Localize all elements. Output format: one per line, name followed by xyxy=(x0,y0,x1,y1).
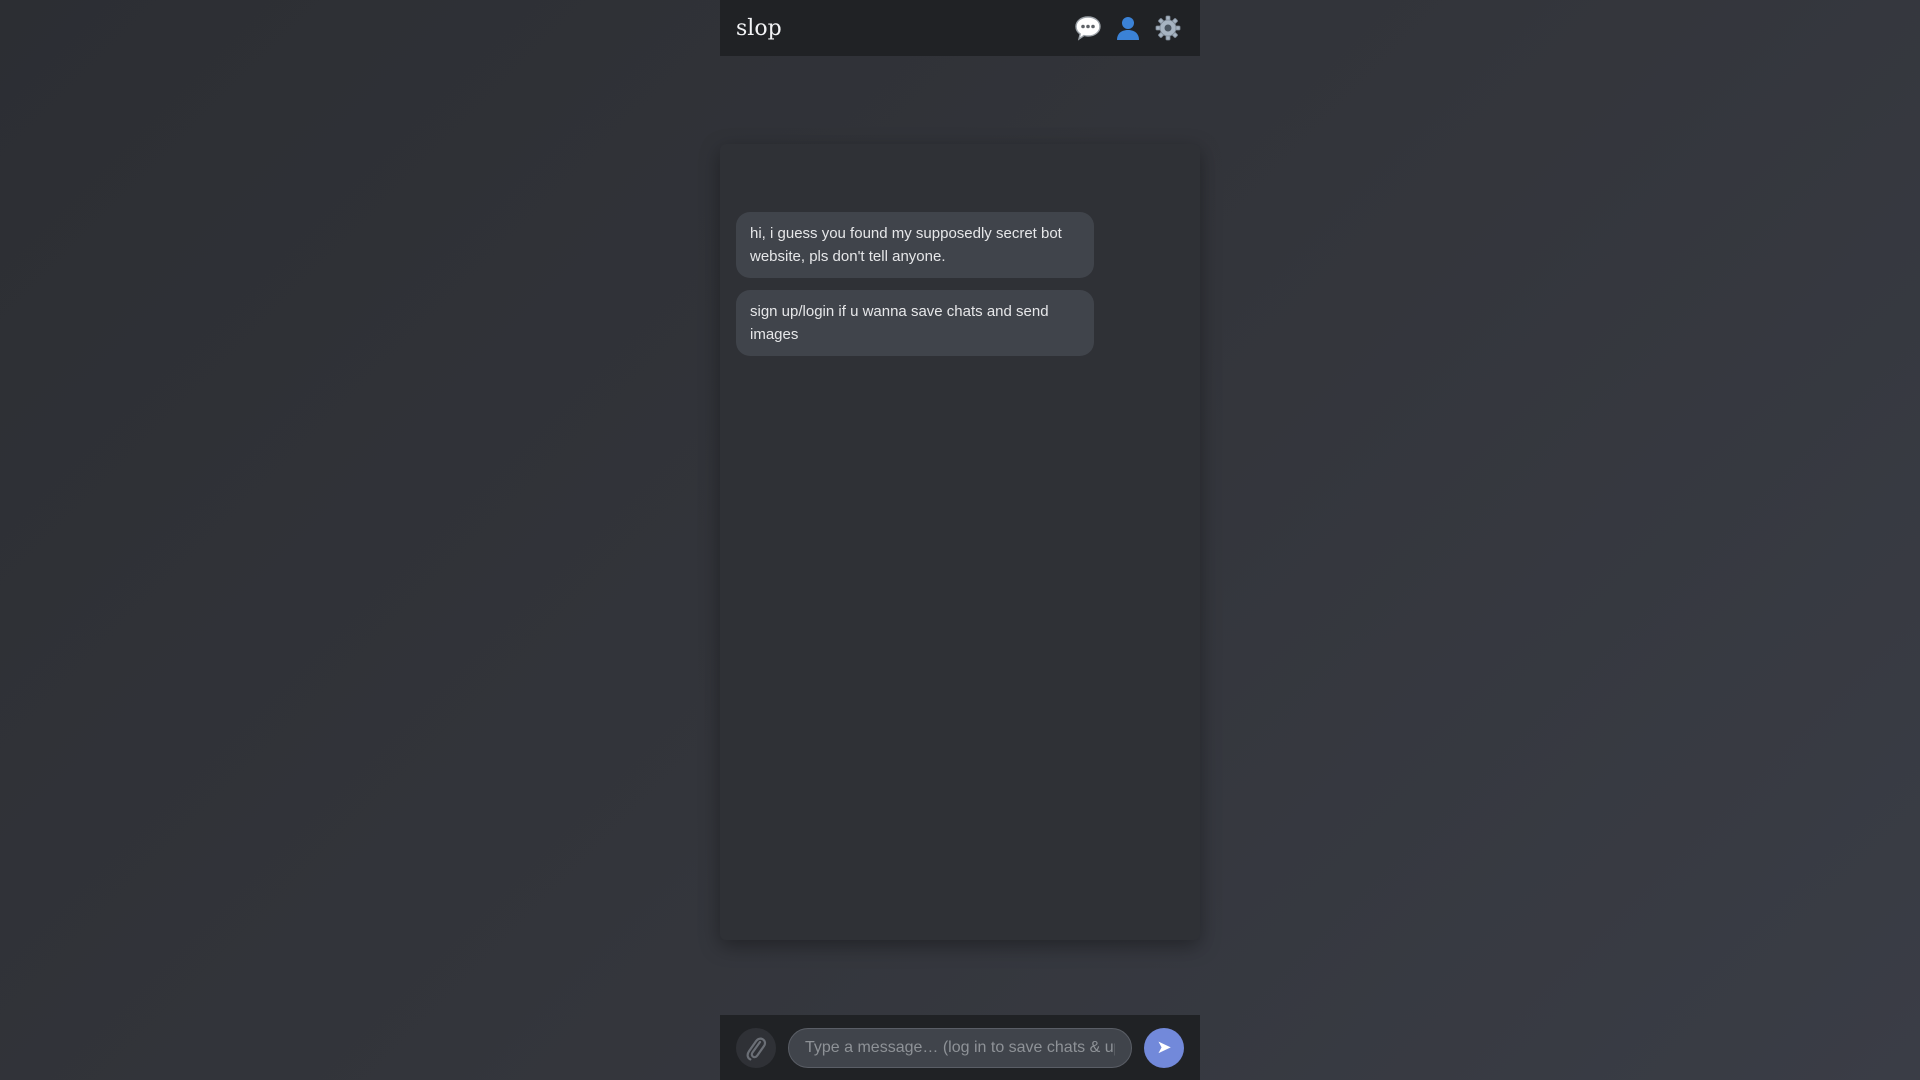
chat-window: hi, i guess you found my supposedly secr… xyxy=(720,144,1200,940)
send-button[interactable]: ➤ xyxy=(1144,1027,1184,1068)
brand-title: slop xyxy=(736,15,782,41)
send-arrow-icon: ➤ xyxy=(1156,1037,1172,1057)
paperclip-icon xyxy=(746,1037,767,1060)
composer-bar: ➤ xyxy=(720,1015,1200,1080)
user-icon xyxy=(1117,17,1139,40)
message-input[interactable] xyxy=(788,1027,1132,1068)
settings-button[interactable] xyxy=(1152,12,1184,44)
top-bar: slop xyxy=(720,0,1200,56)
nav-icons xyxy=(1072,12,1184,44)
chats-button[interactable] xyxy=(1072,12,1104,44)
bot-message: sign up/login if u wanna save chats and … xyxy=(736,290,1094,356)
app-shell: slop hi, i guess you found my supposedly… xyxy=(720,0,1200,1080)
profile-button[interactable] xyxy=(1112,12,1144,44)
gear-icon xyxy=(1155,15,1181,41)
attach-button[interactable] xyxy=(736,1027,776,1068)
chat-bubble-icon xyxy=(1075,16,1101,41)
bot-message: hi, i guess you found my supposedly secr… xyxy=(736,212,1094,278)
